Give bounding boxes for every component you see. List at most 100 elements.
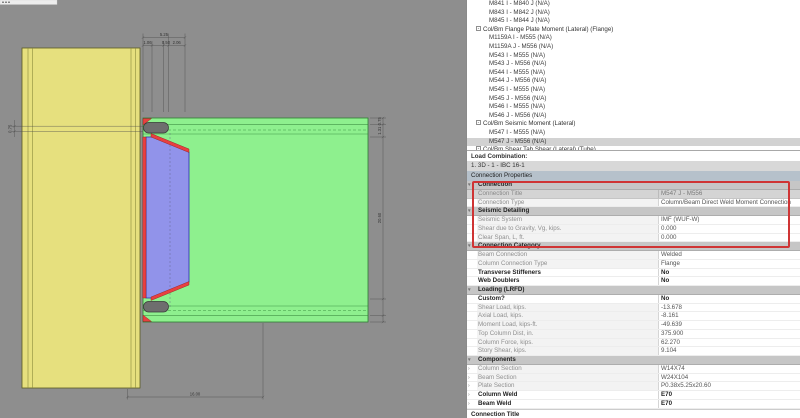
elevation-drawing-pane[interactable]: 5.25 1.06 0.50 2.06 0.75 0.75 1.31 20.60… bbox=[0, 0, 466, 418]
collapse-minus-icon[interactable]: - bbox=[476, 120, 481, 125]
property-section-header[interactable]: ▾Connection bbox=[467, 181, 800, 190]
property-row: Moment Load, kips-ft.-49.639 bbox=[467, 321, 800, 330]
property-value[interactable]: E70 bbox=[658, 400, 800, 408]
property-value[interactable]: No bbox=[658, 277, 800, 285]
row-gutter bbox=[467, 347, 477, 355]
property-label: Beam Connection bbox=[477, 251, 658, 259]
property-row: ›Column WeldE70 bbox=[467, 391, 800, 400]
tree-leaf-row[interactable]: M544 I - M555 (N/A) bbox=[467, 69, 800, 78]
property-value[interactable]: 62.270 bbox=[658, 339, 800, 347]
tree-leaf-row[interactable]: M545 I - M555 (N/A) bbox=[467, 86, 800, 95]
connection-elevation-svg: 5.25 1.06 0.50 2.06 0.75 0.75 1.31 20.60… bbox=[0, 0, 466, 418]
property-value[interactable]: W14X74 bbox=[658, 365, 800, 373]
property-value[interactable]: No bbox=[658, 295, 800, 303]
row-expand-icon: › bbox=[467, 382, 477, 390]
property-value[interactable]: 0.000 bbox=[658, 234, 800, 242]
property-value[interactable]: Welded bbox=[658, 251, 800, 259]
properties-grid: ▾ConnectionConnection TitleM547 J - M556… bbox=[467, 181, 800, 409]
property-label: Clear Span, L, ft. bbox=[477, 234, 658, 242]
property-value[interactable]: E70 bbox=[658, 391, 800, 399]
property-row: Column Connection TypeFlange bbox=[467, 260, 800, 269]
tree-row-label: M544 J - M556 (N/A) bbox=[489, 77, 546, 84]
tree-leaf-row[interactable]: M543 J - M556 (N/A) bbox=[467, 60, 800, 69]
row-gutter bbox=[467, 304, 477, 312]
tree-row-label: M1159A J - M556 (N/A) bbox=[489, 43, 553, 50]
column-member[interactable] bbox=[22, 48, 140, 388]
dim-right-plate-label: 20.60 bbox=[377, 212, 382, 223]
property-value[interactable]: -8.161 bbox=[658, 312, 800, 320]
property-value[interactable]: 375.900 bbox=[658, 330, 800, 338]
row-expand-icon: › bbox=[467, 391, 477, 399]
row-gutter bbox=[467, 190, 477, 198]
section-header-label: Components bbox=[477, 356, 516, 364]
property-value[interactable]: 9.104 bbox=[658, 347, 800, 355]
property-label: Axial Load, kips. bbox=[477, 312, 658, 320]
tree-row-label: M845 I - M844 J (N/A) bbox=[489, 17, 550, 24]
tree-leaf-row[interactable]: M841 I - M840 J (N/A) bbox=[467, 0, 800, 9]
property-section-header[interactable]: ▾Loading (LRFD) bbox=[467, 286, 800, 295]
tree-group-row[interactable]: -Col/Bm Flange Plate Moment (Lateral) (F… bbox=[467, 26, 800, 35]
collapse-minus-icon[interactable]: - bbox=[476, 26, 481, 31]
dim-top-sub2-label: 0.50 bbox=[162, 40, 171, 45]
dim-top-sub1-label: 1.06 bbox=[143, 40, 152, 45]
tree-leaf-row[interactable]: M543 I - M555 (N/A) bbox=[467, 52, 800, 61]
tree-leaf-row[interactable]: M546 I - M555 (N/A) bbox=[467, 103, 800, 112]
property-row: ›Column SectionW14X74 bbox=[467, 365, 800, 374]
dim-top-sub3-label: 2.06 bbox=[173, 40, 182, 45]
property-row: Column Force, kips.62.270 bbox=[467, 339, 800, 348]
property-section-header[interactable]: ▾Components bbox=[467, 356, 800, 365]
row-gutter bbox=[467, 199, 477, 207]
tree-leaf-row[interactable]: M845 I - M844 J (N/A) bbox=[467, 17, 800, 26]
connection-tree[interactable]: M841 I - M840 J (N/A)M843 I - M842 J (N/… bbox=[467, 0, 800, 150]
load-combination-value[interactable]: 1. 3D - 1 - IBC 16-1 bbox=[467, 161, 800, 171]
shear-plate[interactable] bbox=[146, 137, 189, 298]
tree-leaf-row[interactable]: M544 J - M556 (N/A) bbox=[467, 77, 800, 86]
section-collapse-icon: ▾ bbox=[467, 207, 477, 215]
tree-leaf-row[interactable]: M1159A I - M555 (N/A) bbox=[467, 34, 800, 43]
property-value[interactable]: Flange bbox=[658, 260, 800, 268]
row-expand-icon: › bbox=[467, 400, 477, 408]
property-section-header[interactable]: ▾Seismic Detailing bbox=[467, 207, 800, 216]
dim-left-label: 0.75 bbox=[8, 124, 13, 133]
property-value[interactable]: 0.000 bbox=[658, 225, 800, 233]
row-gutter bbox=[467, 312, 477, 320]
property-label: Top Column Dist, in. bbox=[477, 330, 658, 338]
tree-row-label: M547 I - M555 (N/A) bbox=[489, 129, 545, 136]
weld-access-hole-bottom[interactable] bbox=[144, 302, 169, 313]
drawing-toolbar-handle[interactable] bbox=[0, 0, 57, 5]
property-label: Column Force, kips. bbox=[477, 339, 658, 347]
property-value[interactable]: W24X104 bbox=[658, 374, 800, 382]
row-gutter bbox=[467, 216, 477, 224]
right-panel: M841 I - M840 J (N/A)M843 I - M842 J (N/… bbox=[466, 0, 800, 418]
tree-row-label: M546 J - M556 (N/A) bbox=[489, 112, 546, 119]
property-value[interactable]: No bbox=[658, 269, 800, 277]
tree-leaf-row[interactable]: M546 J - M556 (N/A) bbox=[467, 112, 800, 121]
property-value[interactable]: -13.678 bbox=[658, 304, 800, 312]
property-value[interactable]: M547 J - M556 bbox=[658, 190, 800, 198]
row-expand-icon: › bbox=[467, 365, 477, 373]
property-label: Story Shear, kips. bbox=[477, 347, 658, 355]
row-gutter bbox=[467, 330, 477, 338]
property-row: Shear due to Gravity, Vg, kips.0.000 bbox=[467, 225, 800, 234]
tree-leaf-row[interactable]: M547 J - M556 (N/A) bbox=[467, 138, 800, 147]
section-collapse-icon: ▾ bbox=[467, 286, 477, 294]
tree-leaf-row[interactable]: M843 I - M842 J (N/A) bbox=[467, 9, 800, 18]
tree-group-row[interactable]: -Col/Bm Seismic Moment (Lateral) bbox=[467, 120, 800, 129]
property-value[interactable]: Column/Beam Direct Weld Moment Connectio… bbox=[658, 199, 800, 207]
tree-leaf-row[interactable]: M545 J - M556 (N/A) bbox=[467, 95, 800, 104]
property-value[interactable]: -49.639 bbox=[658, 321, 800, 329]
property-label: Connection Title bbox=[477, 190, 658, 198]
property-row: Shear Load, kips.-13.678 bbox=[467, 304, 800, 313]
weld-access-hole-top[interactable] bbox=[144, 123, 169, 134]
row-gutter bbox=[467, 251, 477, 259]
property-section-header[interactable]: ▾Connection Category bbox=[467, 242, 800, 251]
row-gutter bbox=[467, 269, 477, 277]
tree-leaf-row[interactable]: M1159A J - M556 (N/A) bbox=[467, 43, 800, 52]
property-value[interactable]: P0.38x5.25x20.60 bbox=[658, 382, 800, 390]
property-row: Connection TypeColumn/Beam Direct Weld M… bbox=[467, 199, 800, 208]
dim-right-flange-label: 0.75 bbox=[377, 117, 382, 126]
property-row: Story Shear, kips.9.104 bbox=[467, 347, 800, 356]
property-row: Clear Span, L, ft.0.000 bbox=[467, 234, 800, 243]
tree-leaf-row[interactable]: M547 I - M555 (N/A) bbox=[467, 129, 800, 138]
property-value[interactable]: IMF (WUF-W) bbox=[658, 216, 800, 224]
